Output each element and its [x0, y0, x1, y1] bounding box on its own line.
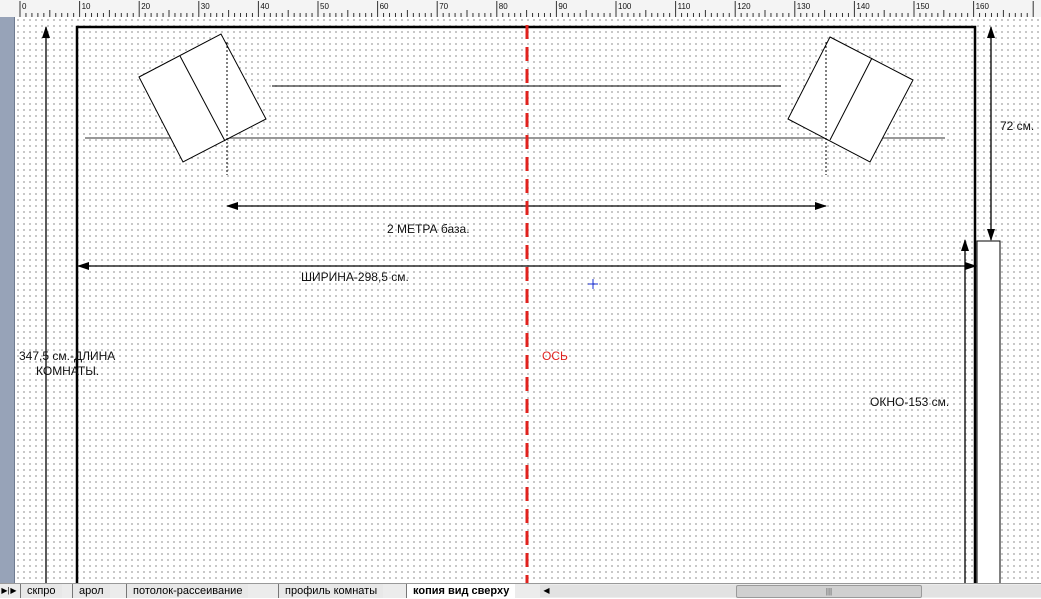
ruler-tick-label: 70: [439, 2, 448, 11]
ruler-tick-label: 10: [82, 2, 91, 11]
left-speaker: [138, 33, 267, 175]
ruler-tick-label: 80: [499, 2, 508, 11]
ruler-tick-label: 150: [916, 2, 930, 11]
ruler-tick-label: 30: [201, 2, 210, 11]
ruler-tick-label: 140: [856, 2, 870, 11]
length-label-line1: 347,5 см.-ДЛИНА: [19, 349, 116, 363]
scroll-left-icon[interactable]: ◀: [542, 585, 551, 596]
room-plan-drawing: [42, 25, 1001, 583]
scroll-tabs-right-icon[interactable]: ▶: [9, 585, 18, 596]
horizontal-scrollbar[interactable]: ◀ |||: [540, 585, 1041, 598]
ruler-tick-label: 130: [797, 2, 811, 11]
length-label-line2: КОМНАТЫ.: [36, 364, 100, 378]
ruler-tick-label: 0: [22, 2, 27, 11]
scrollbar-thumb[interactable]: |||: [736, 585, 922, 598]
ruler-tick-label: 100: [618, 2, 632, 11]
window-label: ОКНО-153 см.: [870, 395, 950, 409]
tab-room-profile[interactable]: профиль комнаты: [278, 584, 384, 598]
cursor-crosshair: [588, 279, 598, 289]
ruler-tick-label: 120: [737, 2, 751, 11]
width-label: ШИРИНА-298,5 см.: [301, 270, 409, 284]
ruler-tick-label: 110: [678, 2, 691, 11]
ruler-ticks: 0 10 20 30 40 50 60 70 80 90 100 110 120 130 140 150 160: [19, 1, 1034, 17]
ruler-tick-label: 90: [558, 2, 567, 11]
base-label: 2 МЕТРА база.: [387, 222, 470, 236]
ruler-tick-label: 40: [260, 2, 269, 11]
axis-label: ОСЬ: [542, 349, 568, 363]
tab-top-view-copy[interactable]: копия вид сверху: [406, 584, 516, 598]
tab-ceiling-diffusion[interactable]: потолок-рассеивание: [126, 584, 249, 598]
sheet-tab-bar: ▶| ▶ скпро арол потолок-рассеивание проф…: [0, 583, 1041, 598]
tab-skpro[interactable]: скпро: [20, 584, 62, 598]
horizontal-ruler: 0 10 20 30 40 50 60 70 80 90 100 110 120 130 140 150 160: [0, 0, 1041, 18]
window-frame: [976, 240, 1001, 583]
ruler-tick-label: 50: [320, 2, 329, 11]
right-speaker: [787, 36, 914, 175]
left-sidebar-strip: [0, 17, 15, 583]
ruler-tick-label: 160: [976, 2, 990, 11]
tab-arol[interactable]: арол: [72, 584, 110, 598]
offset-label: 72 см.: [1000, 119, 1035, 133]
ruler-tick-label: 60: [380, 2, 389, 11]
ruler-tick-label: 20: [141, 2, 150, 11]
drawing-canvas[interactable]: 2 МЕТРА база. ШИРИНА-298,5 см. 347,5 см.…: [15, 17, 1041, 583]
